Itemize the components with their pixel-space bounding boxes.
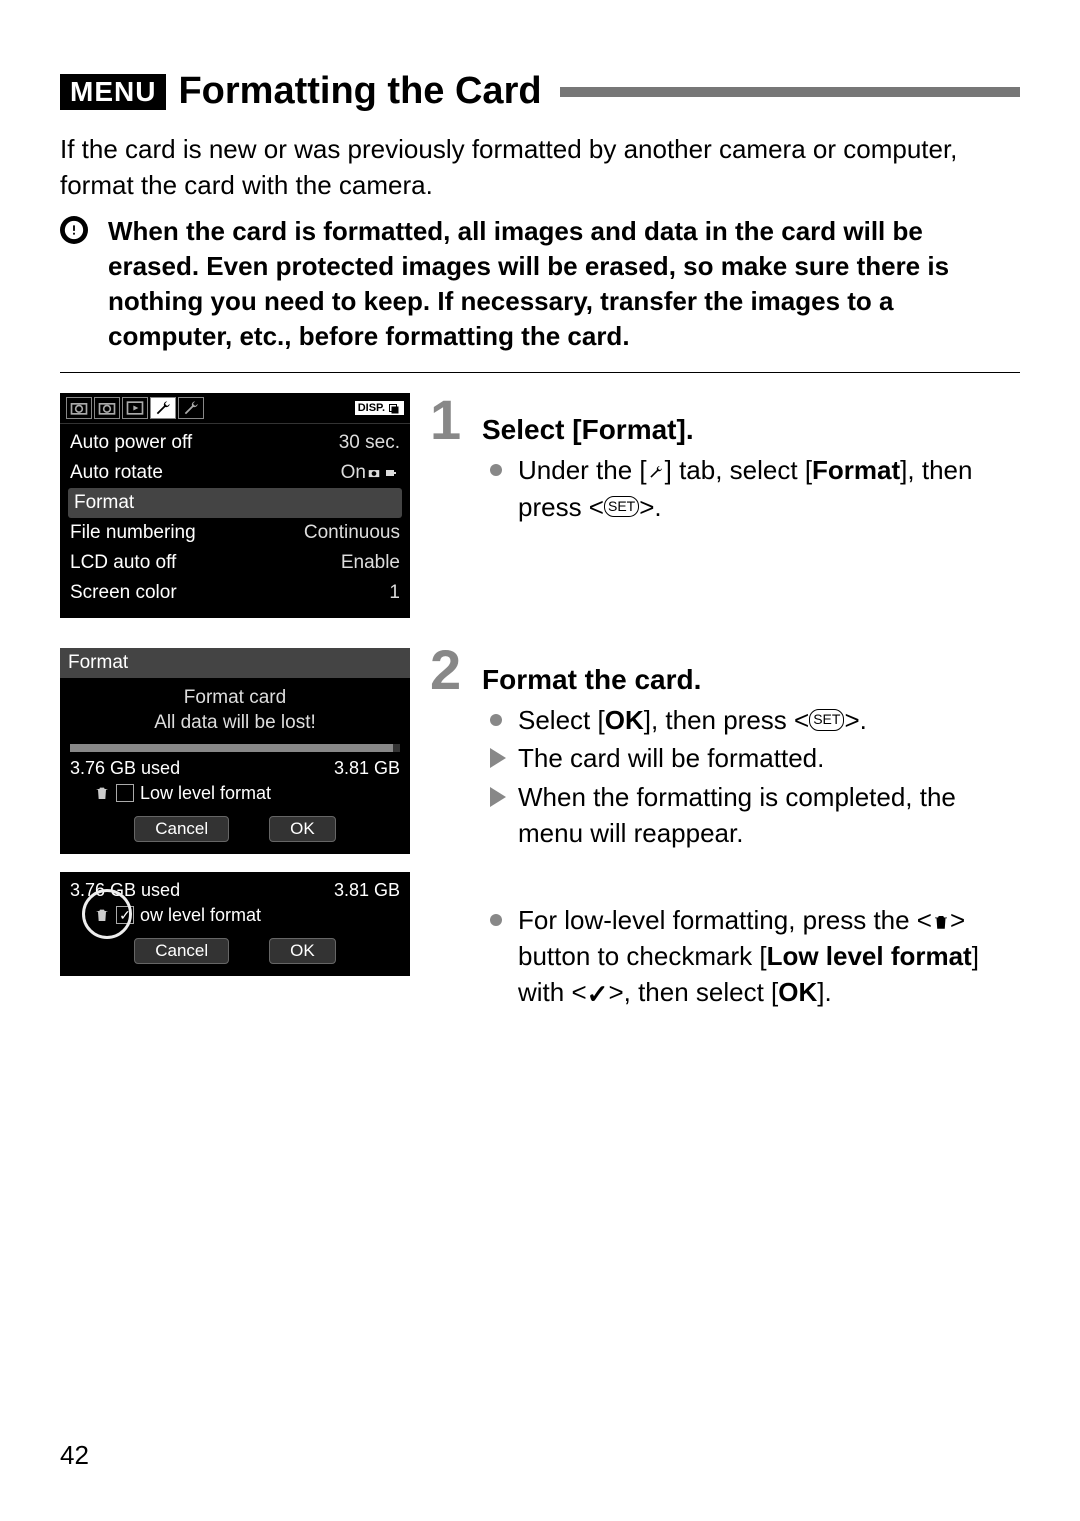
step-1: 1 Select [Format]. Under the [] tab, sel… [474,395,1020,525]
ok-button: OK [269,816,336,842]
intro-paragraph: If the card is new or was previously for… [60,131,1020,204]
usage-info: 3.76 GB used3.81 GB [60,758,410,779]
low-level-format-row: Low level format [60,783,410,804]
cancel-button: Cancel [134,816,229,842]
step-item: For low-level formatting, press the <> b… [490,902,1020,1013]
warning-text: When the card is formatted, all images a… [108,214,1020,354]
lcd-menu-screen: DISP. Auto power off30 sec. Auto rotateO… [60,393,410,618]
tab-icon-camera1 [66,397,92,419]
trash-icon [932,913,950,931]
dialog-msg: Format card All data will be lost! [60,686,410,735]
step-number: 1 [430,395,470,445]
checkbox-empty [116,784,134,802]
set-icon: SET [604,496,639,518]
usage-info: 3.76 GB used3.81 GB [60,880,410,901]
menu-badge: MENU [60,74,166,110]
tab-icon-wrench2 [178,397,204,419]
tab-icon-camera2 [94,397,120,419]
usage-bar [70,744,400,752]
ok-button: OK [269,938,336,964]
format-dialog: Format Format card All data will be lost… [60,648,410,853]
cancel-button: Cancel [134,938,229,964]
step-title: Format the card. [482,664,701,696]
trash-icon [94,907,110,923]
step-2: 2 Format the card. Select [OK], then pre… [474,645,1020,852]
menu-item: Auto power off30 sec. [68,428,402,458]
divider [60,372,1020,373]
dialog-header: Format [60,648,410,678]
trash-icon [94,785,110,801]
step-number: 2 [430,645,470,695]
page-title: Formatting the Card [178,70,541,113]
tab-icon-wrench1 [150,397,176,419]
format-dialog-checked: 3.76 GB used3.81 GB ✓ ow level format Ca… [60,872,410,976]
menu-item-selected: Format [68,488,402,518]
low-level-format-row-checked: ✓ ow level format [60,905,410,926]
menu-item: Auto rotateOn [68,458,402,488]
menu-item: File numberingContinuous [68,518,402,548]
title-rule [560,87,1020,97]
warning-block: When the card is formatted, all images a… [60,214,1020,354]
set-icon: SET [809,709,844,731]
menu-item: LCD auto offEnable [68,548,402,578]
tab-bar: DISP. [60,393,410,424]
step-item: The card will be formatted. [490,740,1020,776]
warning-icon [60,216,88,244]
step-item: Select [OK], then press <SET>. [490,702,1020,738]
step-item: Under the [] tab, select [Format], then … [490,452,1020,525]
check-icon: ✓ [587,976,609,1012]
tab-icon-play [122,397,148,419]
step-title: Select [Format]. [482,414,694,446]
wrench-icon [647,463,665,481]
step-item: When the formatting is completed, the me… [490,779,1020,852]
checkbox-checked: ✓ [116,906,134,924]
step-3: For low-level formatting, press the <> b… [474,902,1020,1013]
disp-label: DISP. [355,401,404,415]
page-number: 42 [60,1440,89,1471]
page-header: MENU Formatting the Card [60,70,1020,113]
menu-list: Auto power off30 sec. Auto rotateOn Form… [60,424,410,618]
menu-item: Screen color1 [68,578,402,608]
